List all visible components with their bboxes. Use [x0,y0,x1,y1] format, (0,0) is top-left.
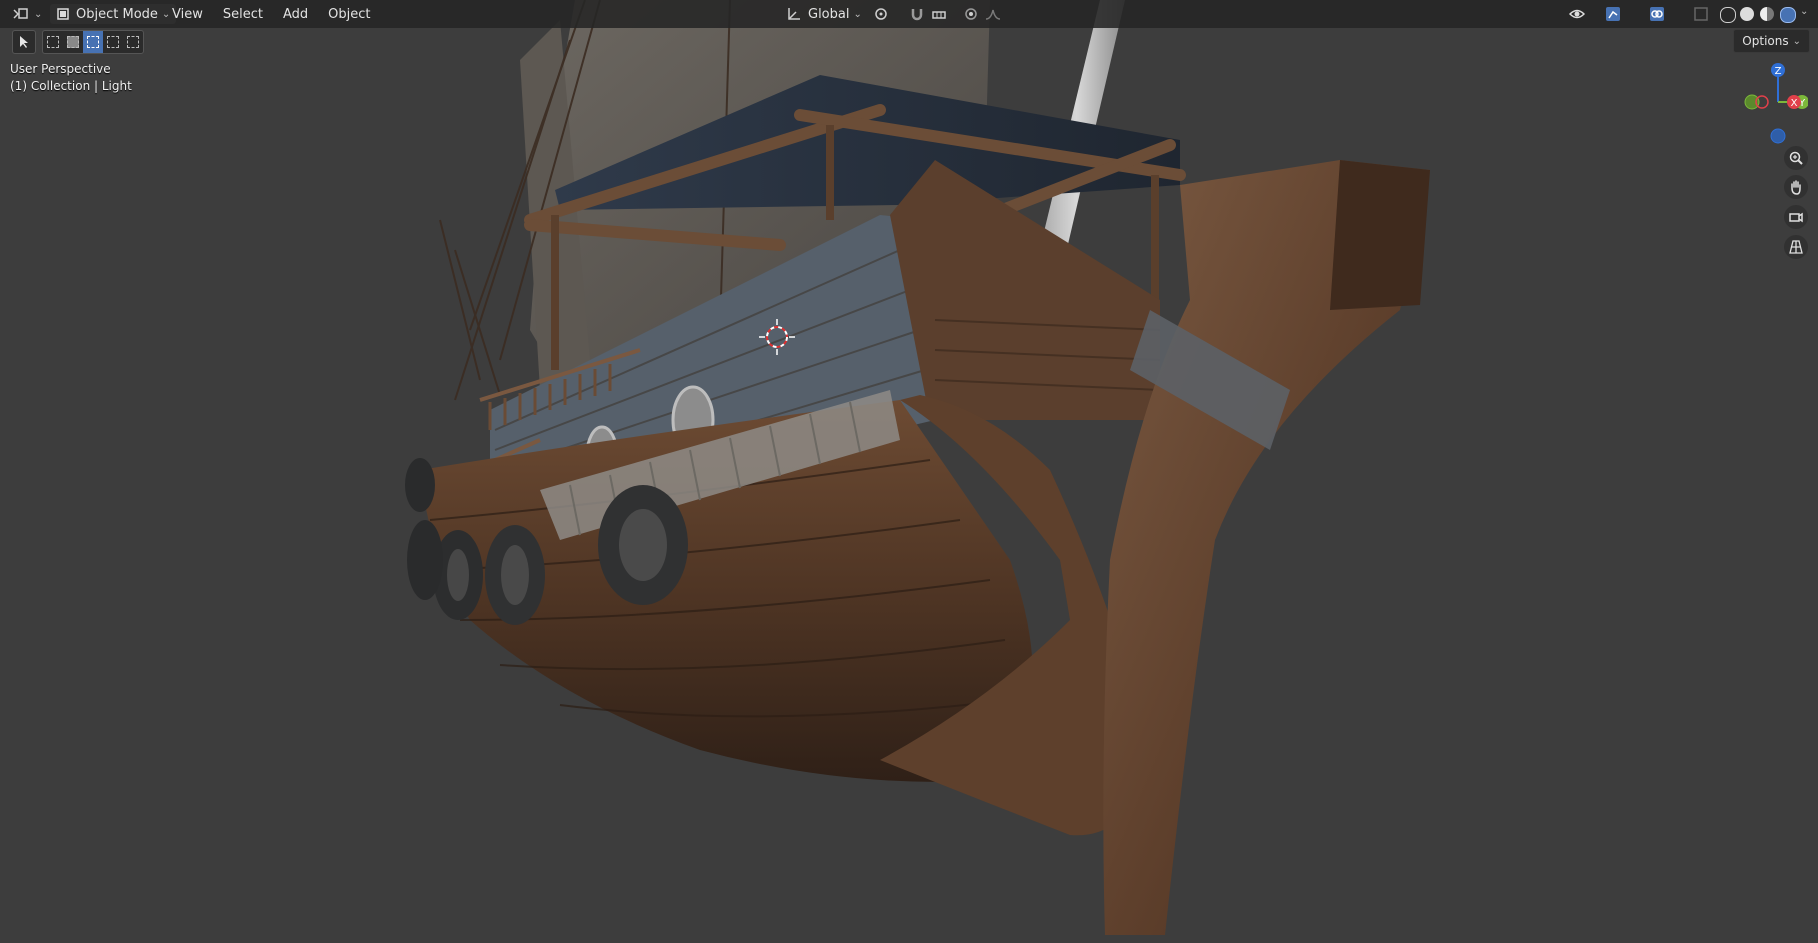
mode-selector[interactable]: Object Mode ⌄ [50,4,177,24]
eye-icon [1569,9,1585,19]
magnet-icon [911,9,923,21]
menu-select[interactable]: Select [217,7,269,22]
snap-increment-icon [932,11,946,19]
visibility-button[interactable] [1568,5,1586,23]
rendered-shading-button[interactable] [1780,7,1796,23]
menu-add[interactable]: Add [277,7,314,22]
camera-view-button[interactable] [1784,205,1808,229]
select-subtract-button[interactable] [83,31,103,53]
toggle-perspective-button[interactable] [1784,235,1808,259]
mode-label: Object Mode [76,6,158,22]
select-new-icon [47,36,59,48]
viewport-info: User Perspective (1) Collection | Light [10,61,132,95]
pan-button[interactable] [1784,175,1808,199]
snap-target-button[interactable] [930,5,948,23]
chevron-down-icon: ⌄ [34,8,43,20]
options-dropdown[interactable]: Options ⌄ [1733,29,1810,53]
falloff-button[interactable] [984,5,1002,23]
select-extend-button[interactable] [63,31,83,53]
select-tool-button[interactable] [12,30,36,54]
material-preview-button[interactable] [1760,7,1774,21]
select-intersect-button[interactable] [123,31,143,53]
scene-render [405,0,1430,935]
pivot-icon [875,8,887,20]
pivot-point-button[interactable] [872,5,890,23]
orientation-icon [788,8,800,20]
select-difference-icon [107,36,119,48]
proportional-editing-toggle[interactable] [962,5,980,23]
selection-mode-group [42,30,144,54]
collection-label: (1) Collection | Light [10,79,132,93]
snap-toggle[interactable] [908,5,926,23]
gizmo-icon [1606,7,1620,21]
zoom-button[interactable] [1784,146,1808,170]
gizmo-toggle[interactable] [1604,5,1622,23]
object-mode-icon [57,8,69,20]
camera-icon [1789,212,1803,223]
select-subtract-icon [87,36,99,48]
chevron-down-icon: ⌄ [853,8,862,20]
chevron-down-icon: ⌄ [1792,35,1801,47]
overlays-toggle[interactable] [1648,5,1666,23]
zoom-icon [1789,151,1803,165]
3d-viewport-icon [13,8,28,19]
options-label: Options [1742,34,1789,48]
grid-perspective-icon [1789,240,1803,254]
wireframe-shading-button[interactable] [1720,7,1736,23]
transform-orientation-dropdown[interactable]: Global ⌄ [786,4,862,24]
menu-view[interactable]: View [166,7,209,22]
gizmo-neg-z-axis[interactable] [1770,128,1786,144]
perspective-label: User Perspective [10,62,111,76]
gizmo-neg-y-axis[interactable] [1744,94,1760,110]
xray-icon [1694,7,1708,21]
gizmo-z-label: Z [1775,66,1782,77]
xray-toggle[interactable] [1692,5,1710,23]
select-extend-icon [67,36,79,48]
select-new-button[interactable] [43,31,63,53]
editor-type-button[interactable]: ⌄ [12,4,42,24]
orientation-label: Global [808,6,850,22]
select-intersect-icon [127,36,139,48]
shading-options-chevron-icon[interactable]: ⌄ [1800,6,1808,17]
viewport-header: ⌄ Object Mode ⌄ View Select Add Object G… [0,0,1818,28]
solid-shading-button[interactable] [1740,7,1754,21]
select-difference-button[interactable] [103,31,123,53]
proportional-edit-icon [965,8,977,20]
gizmo-x-label: X [1791,98,1798,109]
overlays-icon [1650,7,1664,21]
falloff-curve-icon [985,9,1001,20]
navigation-gizmo[interactable]: Z Y X [1708,60,1808,150]
menu-object[interactable]: Object [322,7,376,22]
3d-viewport[interactable]: ⌄ Object Mode ⌄ View Select Add Object G… [0,0,1818,943]
cursor-arrow-icon [20,36,28,48]
hand-icon [1791,180,1801,195]
